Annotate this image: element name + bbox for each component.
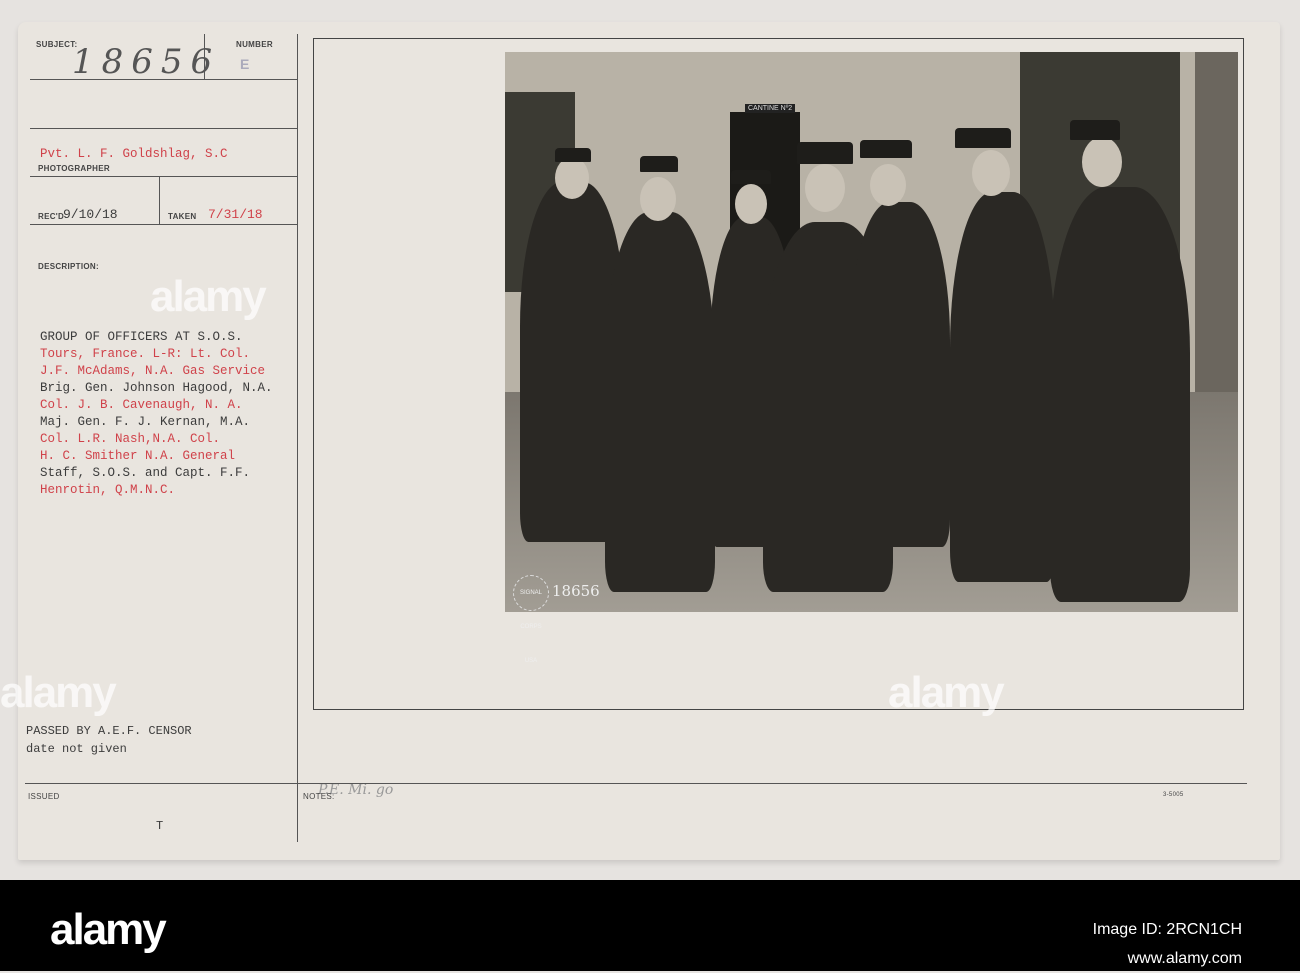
divider	[297, 34, 298, 842]
divider	[30, 79, 298, 80]
photographer-value: Pvt. L. F. Goldshlag, S.C	[40, 147, 228, 161]
subject-value: 18656	[72, 42, 221, 82]
divider	[30, 176, 298, 177]
censor-line: PASSED BY A.E.F. CENSOR	[26, 724, 192, 738]
notes-label: NOTES:	[303, 792, 335, 801]
description-line: Brig. Gen. Johnson Hagood, N.A.	[40, 381, 273, 395]
alamy-logo: alamy	[50, 905, 167, 954]
recd-label: REC'D	[38, 212, 65, 221]
divider	[159, 177, 160, 225]
description-line: H. C. Smither N.A. General	[40, 449, 236, 463]
description-line: Tours, France. L-R: Lt. Col.	[40, 347, 251, 361]
description-line: Maj. Gen. F. J. Kernan, M.A.	[40, 415, 251, 429]
watermark: alamy	[0, 668, 117, 717]
number-label: NUMBER	[236, 40, 273, 49]
divider	[30, 128, 298, 129]
photograph: CANTINE Nº2	[505, 52, 1238, 612]
photographer-label: PHOTOGRAPHER	[38, 164, 110, 173]
taken-value: 7/31/18	[208, 207, 263, 222]
signal-corps-stamp: SIGNAL CORPS USA	[513, 575, 549, 664]
taken-label: TAKEN	[168, 212, 197, 221]
cantine-sign: CANTINE Nº2	[745, 104, 796, 113]
description-line: Staff, S.O.S. and Capt. F.F.	[40, 466, 251, 480]
divider	[204, 34, 205, 80]
number-value: E	[240, 56, 250, 72]
description-label: DESCRIPTION:	[38, 262, 99, 271]
issued-label: ISSUED	[28, 792, 60, 801]
description-line: Col. L.R. Nash,N.A. Col.	[40, 432, 221, 446]
recd-value: 9/10/18	[63, 207, 118, 222]
issued-value: T	[156, 819, 164, 833]
stamp-number: 18656	[552, 582, 600, 600]
divider	[30, 224, 298, 225]
description-line: GROUP OF OFFICERS AT S.O.S.	[40, 330, 243, 344]
image-info: Image ID: 2RCN1CH www.alamy.com	[1093, 915, 1242, 973]
description-line: Henrotin, Q.M.N.C.	[40, 483, 176, 497]
description-line: J.F. McAdams, N.A. Gas Service	[40, 364, 266, 378]
site-url[interactable]: www.alamy.com	[1093, 944, 1242, 973]
divider	[25, 783, 1247, 784]
form-number: 3-5005	[1163, 792, 1184, 798]
watermark: alamy	[888, 668, 1005, 717]
censor-date: date not given	[26, 742, 127, 756]
image-id: Image ID: 2RCN1CH	[1092, 921, 1242, 938]
description-line: Col. J. B. Cavenaugh, N. A.	[40, 398, 243, 412]
watermark: alamy	[150, 272, 267, 321]
